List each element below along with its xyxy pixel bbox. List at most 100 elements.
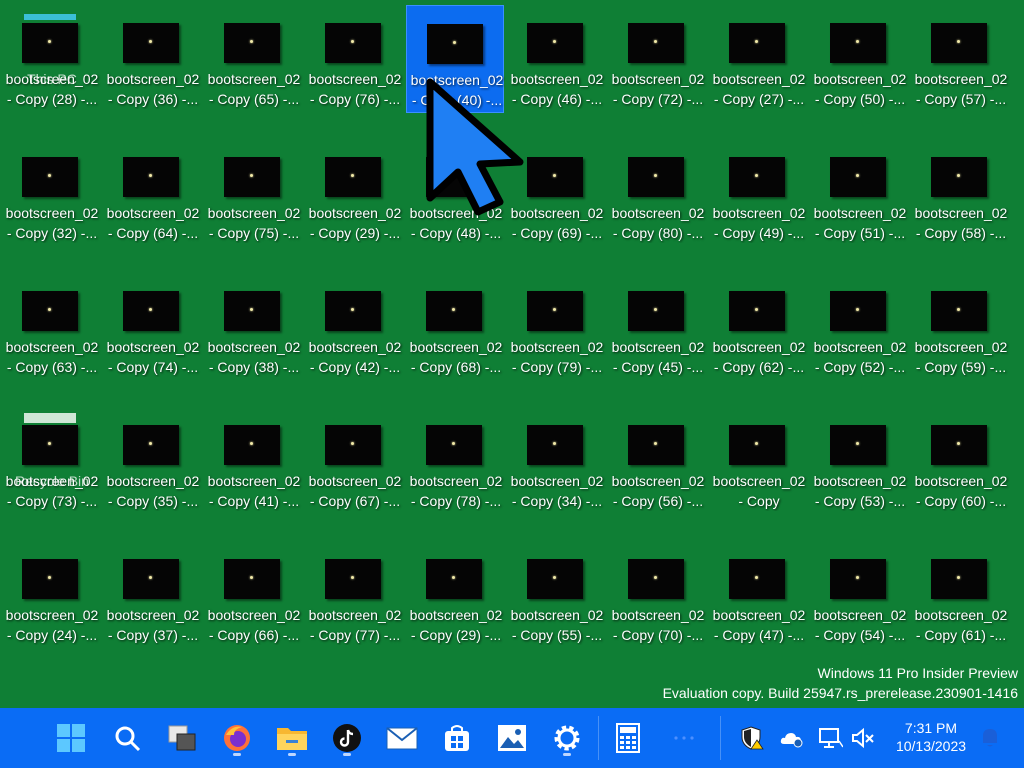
image-thumbnail-icon — [931, 425, 987, 465]
desktop-file-icon[interactable]: bootscreen_02 - Copy (74) -... — [103, 273, 201, 381]
notifications-button[interactable] — [978, 726, 1002, 750]
file-label-line1: bootscreen_02 — [712, 607, 806, 623]
security-tray-button[interactable] — [740, 726, 764, 750]
calculator-button[interactable] — [608, 718, 648, 758]
desktop-file-icon[interactable]: bootscreen_02 - Copy (36) -... — [103, 5, 201, 113]
desktop-file-icon[interactable]: bootscreen_02 - Copy (79) -... — [507, 273, 605, 381]
photos-button[interactable] — [492, 718, 532, 758]
image-thumbnail-icon — [224, 291, 280, 331]
file-label: bootscreen_02 - Copy (53) -... — [810, 471, 910, 511]
desktop-file-icon[interactable]: bootscreen_02 - Copy (54) -... — [810, 541, 908, 649]
image-thumbnail-icon — [426, 291, 482, 331]
firefox-button[interactable] — [217, 718, 257, 758]
hidden-items-button[interactable] — [664, 718, 704, 758]
desktop-file-icon[interactable]: bootscreen_02 - Copy (68) -... — [406, 273, 504, 381]
network-tray-button[interactable] — [819, 726, 843, 750]
file-label-line2: - Copy (35) -... — [107, 493, 199, 509]
volume-tray-button[interactable] — [851, 726, 875, 750]
file-label-line2: - Copy (47) -... — [713, 627, 805, 643]
file-label: bootscreen_02 - Copy — [709, 471, 809, 511]
desktop-file-icon[interactable]: bootscreen_02 - Copy (32) -... — [2, 139, 100, 247]
file-label-line2: - Copy (60) -... — [915, 493, 1007, 509]
clock[interactable]: 7:31 PM 10/13/2023 — [880, 719, 982, 755]
image-thumbnail-icon — [628, 291, 684, 331]
file-label-line2: - Copy (49) -... — [713, 225, 805, 241]
desktop-file-icon[interactable]: bootscreen_02 - Copy (75) -... — [204, 139, 302, 247]
store-button[interactable] — [437, 718, 477, 758]
desktop-file-icon[interactable]: bootscreen_02 - Copy (60) -... — [911, 407, 1009, 515]
desktop-file-icon[interactable]: bootscreen_02 - Copy (34) -... — [507, 407, 605, 515]
desktop-file-icon[interactable]: bootscreen_02 - Copy (35) -... — [103, 407, 201, 515]
desktop-file-icon[interactable]: bootscreen_02 - Copy (62) -... — [709, 273, 807, 381]
desktop-file-icon[interactable]: bootscreen_02 - Copy (58) -... — [911, 139, 1009, 247]
desktop-file-icon[interactable]: bootscreen_02 - Copy (42) -... — [305, 273, 403, 381]
desktop-file-icon[interactable]: bootscreen_02 - Copy (80) -... — [608, 139, 706, 247]
desktop-file-icon[interactable]: bootscreen_02 - Copy (61) -... — [911, 541, 1009, 649]
desktop-file-icon[interactable]: bootscreen_02 - Copy (72) -... — [608, 5, 706, 113]
image-thumbnail-icon — [830, 23, 886, 63]
desktop-file-icon[interactable]: bootscreen_02 - Copy (49) -... — [709, 139, 807, 247]
file-label-line2: - Copy — [738, 493, 780, 509]
desktop-file-icon[interactable]: bootscreen_02- Copy (73) -... Recycle Bin — [2, 407, 100, 515]
desktop-file-icon[interactable]: bootscreen_02 - Copy (41) -... — [204, 407, 302, 515]
desktop-file-icon[interactable]: bootscreen_02 - Copy — [709, 407, 807, 515]
desktop-file-icon[interactable]: bootscreen_02 - Copy (47) -... — [709, 541, 807, 649]
file-label-line2: - Copy (68) -... — [410, 359, 502, 375]
desktop-file-icon[interactable]: bootscreen_02 - Copy (55) -... — [507, 541, 605, 649]
file-label-line1: bootscreen_02 — [813, 71, 907, 87]
image-thumbnail-icon — [931, 23, 987, 63]
file-explorer-button[interactable] — [272, 718, 312, 758]
desktop-file-icon[interactable]: bootscreen_02 - Copy (57) -... — [911, 5, 1009, 113]
file-label-line2: - Copy (51) -... — [814, 225, 906, 241]
tiktok-button[interactable] — [327, 718, 367, 758]
settings-button[interactable] — [547, 718, 587, 758]
file-label-line1: bootscreen_02 — [308, 205, 402, 221]
desktop-file-icon[interactable]: bootscreen_02 - Copy (64) -... — [103, 139, 201, 247]
desktop-file-icon[interactable]: bootscreen_02 - Copy (65) -... — [204, 5, 302, 113]
desktop-file-icon[interactable]: bootscreen_02 - Copy (45) -... — [608, 273, 706, 381]
desktop-file-icon[interactable]: bootscreen_02 - Copy (29) -... — [406, 541, 504, 649]
desktop-file-icon[interactable]: bootscreen_02 - Copy (63) -... — [2, 273, 100, 381]
desktop-file-icon[interactable]: bootscreen_02 - Copy (51) -... — [810, 139, 908, 247]
desktop-file-icon[interactable]: bootscreen_02 - Copy (38) -... — [204, 273, 302, 381]
file-label-line1: bootscreen_02 — [914, 205, 1008, 221]
desktop-file-icon[interactable]: bootscreen_02 - Copy (59) -... — [911, 273, 1009, 381]
file-label-line1: bootscreen_02 — [308, 71, 402, 87]
file-label-line1: bootscreen_02 — [106, 607, 200, 623]
desktop-file-icon[interactable]: bootscreen_02 - Copy (24) -... — [2, 541, 100, 649]
desktop-file-icon[interactable]: bootscreen_02 - Copy (50) -... — [810, 5, 908, 113]
file-label-line1: bootscreen_02 — [106, 473, 200, 489]
desktop-file-icon[interactable]: bootscreen_02 - Copy (52) -... — [810, 273, 908, 381]
task-view-icon — [168, 725, 196, 751]
onedrive-tray-button[interactable] — [780, 726, 804, 750]
desktop-file-icon[interactable]: bootscreen_02 - Copy (53) -... — [810, 407, 908, 515]
task-view-button[interactable] — [162, 718, 202, 758]
file-label-line1: bootscreen_02 — [510, 339, 604, 355]
search-button[interactable] — [107, 718, 147, 758]
desktop-file-icon[interactable]: bootscreen_02 - Copy (78) -... — [406, 407, 504, 515]
desktop-file-icon[interactable]: bootscreen_02 - Copy (66) -... — [204, 541, 302, 649]
file-label-line1: bootscreen_02 — [308, 607, 402, 623]
desktop-file-icon[interactable]: bootscreen_02 - Copy (29) -... — [305, 139, 403, 247]
file-label-line1: bootscreen_02 — [409, 339, 503, 355]
desktop-file-icon[interactable]: bootscreen_02 - Copy (76) -... — [305, 5, 403, 113]
tray-separator — [720, 716, 721, 760]
windows-watermark: Windows 11 Pro Insider Preview Evaluatio… — [663, 663, 1018, 703]
file-label: bootscreen_02 - Copy (60) -... — [911, 471, 1011, 511]
start-button[interactable] — [51, 718, 91, 758]
desktop-file-icon[interactable]: bootscreen_02 - Copy (56) -... — [608, 407, 706, 515]
file-label-line1: bootscreen_02 — [409, 607, 503, 623]
desktop-file-icon[interactable]: bootscreen_02 - Copy (70) -... — [608, 541, 706, 649]
file-label-line1: bootscreen_02 — [5, 339, 99, 355]
desktop-file-icon[interactable]: bootscreen_02 - Copy (27) -... — [709, 5, 807, 113]
file-label: bootscreen_02 - Copy (56) -... — [608, 471, 708, 511]
file-label: bootscreen_02 - Copy (77) -... — [305, 605, 405, 645]
file-label-line2: - Copy (76) -... — [309, 91, 401, 107]
desktop-file-icon[interactable]: bootscreen_02 - Copy (37) -... — [103, 541, 201, 649]
file-label: bootscreen_02 - Copy (65) -... — [204, 69, 304, 109]
mail-button[interactable] — [382, 718, 422, 758]
desktop-file-icon[interactable]: bootscreen_02 - Copy (77) -... — [305, 541, 403, 649]
image-thumbnail-icon — [325, 157, 381, 197]
desktop-file-icon[interactable]: bootscreen_02- Copy (28) -... This PC — [2, 5, 100, 113]
desktop-file-icon[interactable]: bootscreen_02 - Copy (67) -... — [305, 407, 403, 515]
